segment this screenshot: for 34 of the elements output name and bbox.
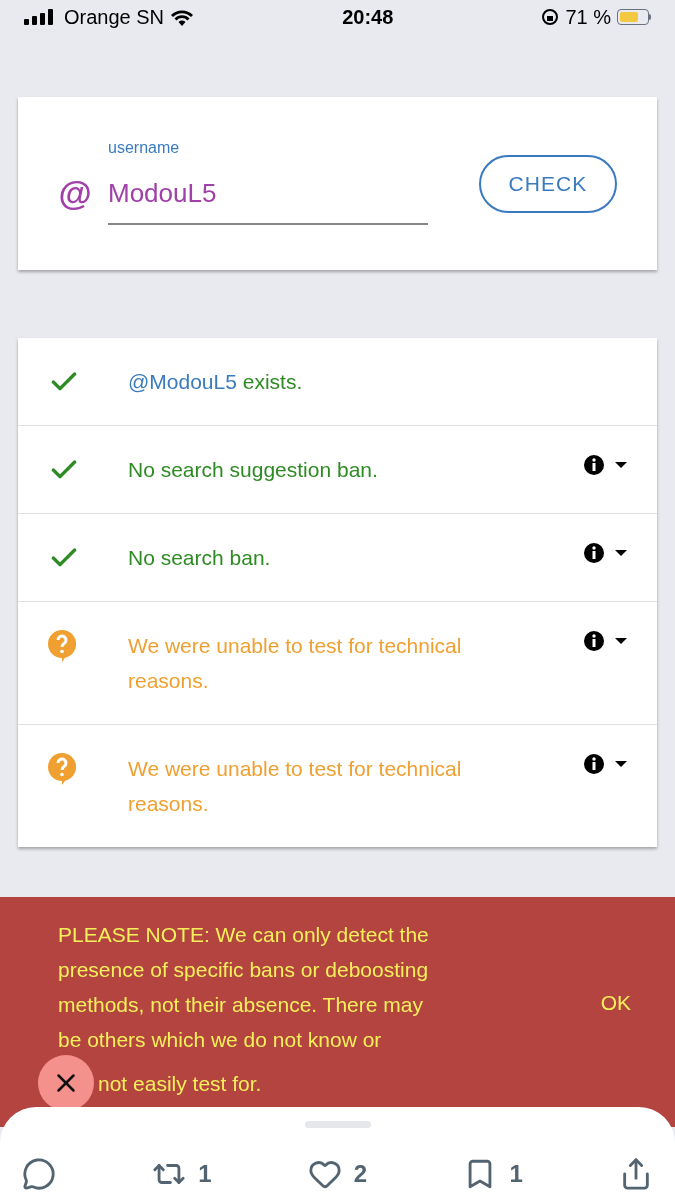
at-sign-icon: @ — [58, 168, 108, 219]
sheet-handle — [305, 1121, 371, 1128]
clock: 20:48 — [342, 5, 394, 30]
battery-percentage: 71 % — [565, 5, 611, 30]
question-bubble-icon — [48, 753, 76, 785]
info-icon[interactable] — [583, 454, 605, 476]
dropdown-caret-icon[interactable] — [615, 462, 627, 468]
dropdown-caret-icon[interactable] — [615, 550, 627, 556]
dropdown-caret-icon[interactable] — [615, 638, 627, 644]
field-label: username — [108, 138, 181, 158]
battery-icon — [617, 9, 651, 25]
info-icon[interactable] — [583, 753, 605, 775]
retweet-button[interactable]: 1 — [152, 1155, 212, 1192]
notice-text: not easily test for. — [98, 1070, 262, 1097]
info-icon[interactable] — [583, 542, 605, 564]
reply-button[interactable] — [22, 1156, 56, 1191]
result-text: We were unable to test for technical reasons. — [128, 633, 463, 694]
info-icon[interactable] — [583, 630, 605, 652]
ok-button[interactable]: OK — [600, 987, 631, 1019]
like-button[interactable]: 2 — [307, 1155, 368, 1192]
result-text: We were unable to test for technical reasons. — [128, 756, 463, 817]
wifi-icon — [170, 8, 195, 26]
speech-bubble-icon — [22, 1156, 56, 1191]
result-text: @ModouL5 exists. — [128, 369, 304, 395]
field-value: ModouL5 — [108, 177, 218, 210]
carrier-name: Orange SN — [64, 5, 165, 30]
dropdown-caret-icon[interactable] — [615, 761, 627, 767]
result-text: No search suggestion ban. — [128, 457, 379, 483]
check-button[interactable]: CHECK — [479, 154, 617, 213]
rotation-lock-icon — [541, 8, 560, 26]
question-bubble-icon — [48, 630, 76, 662]
result-text: No search ban. — [128, 545, 272, 571]
username-field[interactable]: username ModouL5 — [108, 136, 428, 225]
bookmark-button[interactable]: 1 — [463, 1155, 523, 1192]
